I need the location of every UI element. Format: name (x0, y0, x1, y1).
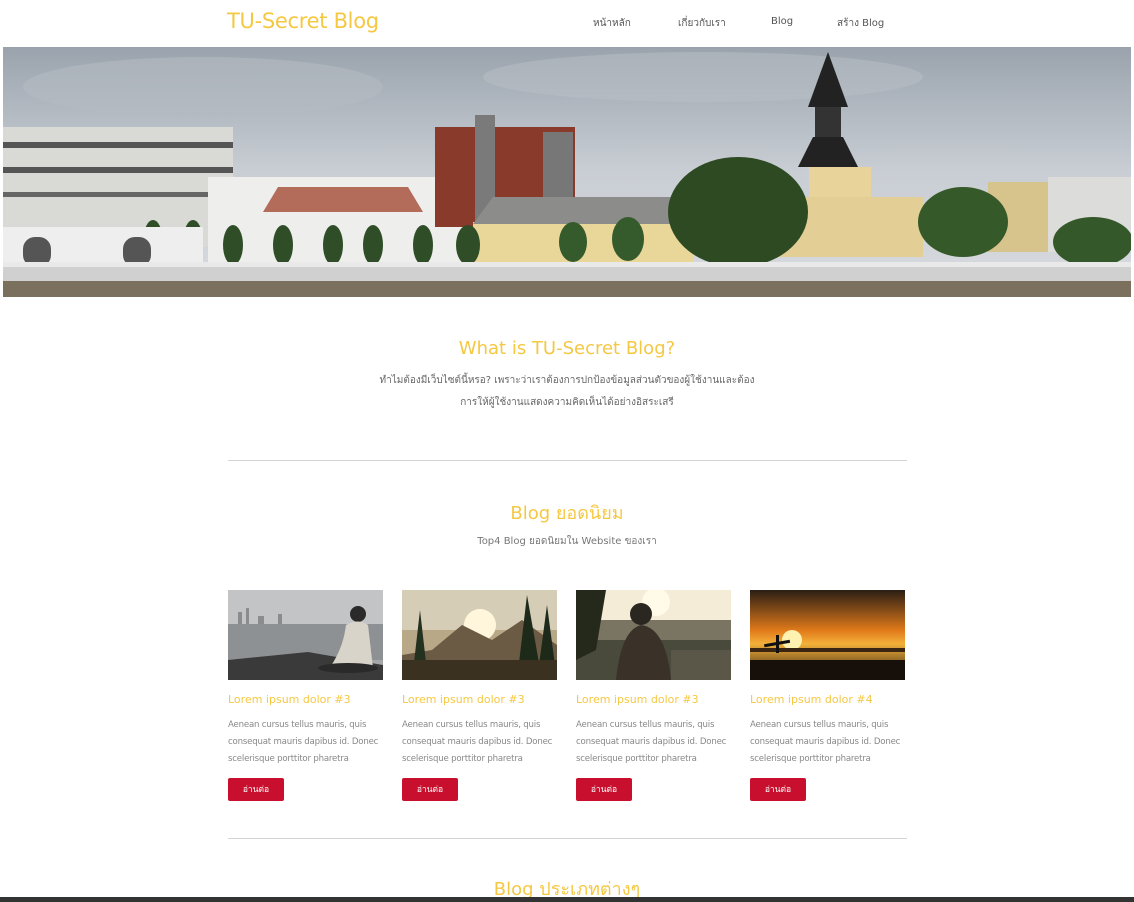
blog-card-image[interactable] (750, 590, 905, 680)
blog-card-description: Aenean cursus tellus mauris, quis conseq… (402, 720, 553, 764)
blog-card-title[interactable]: Lorem ipsum dolor #3 (228, 693, 384, 706)
read-more-button[interactable]: อ่านต่อ (228, 778, 284, 801)
hero-banner-image (3, 47, 1131, 297)
nav-item-create-blog[interactable]: สร้าง Blog (837, 16, 884, 31)
about-description: ทำไมต้องมีเว็บไซต์นี้หรอ? เพราะว่าเราต้อ… (367, 370, 767, 414)
blog-card-title[interactable]: Lorem ipsum dolor #4 (750, 693, 906, 706)
blog-card: Lorem ipsum dolor #3 Aenean cursus tellu… (576, 590, 732, 801)
blog-card: Lorem ipsum dolor #3 Aenean cursus tellu… (402, 590, 558, 801)
divider (228, 460, 907, 461)
read-more-button[interactable]: อ่านต่อ (750, 778, 806, 801)
divider (228, 838, 907, 839)
nav-menu: หน้าหลัก เกี่ยวกับเรา Blog สร้าง Blog (0, 16, 1134, 32)
blog-card-description: Aenean cursus tellus mauris, quis conseq… (576, 720, 727, 764)
blog-card-image[interactable] (228, 590, 383, 680)
blog-card: Lorem ipsum dolor #3 Aenean cursus tellu… (228, 590, 384, 801)
nav-item-about[interactable]: เกี่ยวกับเรา (678, 16, 726, 31)
bottom-bar (0, 897, 1134, 902)
blog-card-title[interactable]: Lorem ipsum dolor #3 (402, 693, 558, 706)
blog-card-description: Aenean cursus tellus mauris, quis conseq… (228, 720, 379, 764)
blog-card-title[interactable]: Lorem ipsum dolor #3 (576, 693, 732, 706)
about-title: What is TU-Secret Blog? (458, 338, 676, 359)
read-more-button[interactable]: อ่านต่อ (402, 778, 458, 801)
read-more-button[interactable]: อ่านต่อ (576, 778, 632, 801)
popular-title: Blog ยอดนิยม (510, 503, 624, 524)
blog-card-image[interactable] (402, 590, 557, 680)
popular-subtitle: Top4 Blog ยอดนิยมใน Website ของเรา (477, 536, 657, 547)
nav-item-home[interactable]: หน้าหลัก (593, 16, 631, 31)
blog-card: Lorem ipsum dolor #4 Aenean cursus tellu… (750, 590, 906, 801)
blog-card-description: Aenean cursus tellus mauris, quis conseq… (750, 720, 901, 764)
blog-card-image[interactable] (576, 590, 731, 680)
about-line-2: การให้ผู้ใช้งานแสดงความคิดเห็นได้อย่างอิ… (460, 397, 674, 408)
about-line-1: ทำไมต้องมีเว็บไซต์นี้หรอ? เพราะว่าเราต้อ… (379, 375, 755, 386)
nav-item-blog[interactable]: Blog (771, 16, 793, 27)
navbar: TU-Secret Blog หน้าหลัก เกี่ยวกับเรา Blo… (0, 0, 1134, 46)
